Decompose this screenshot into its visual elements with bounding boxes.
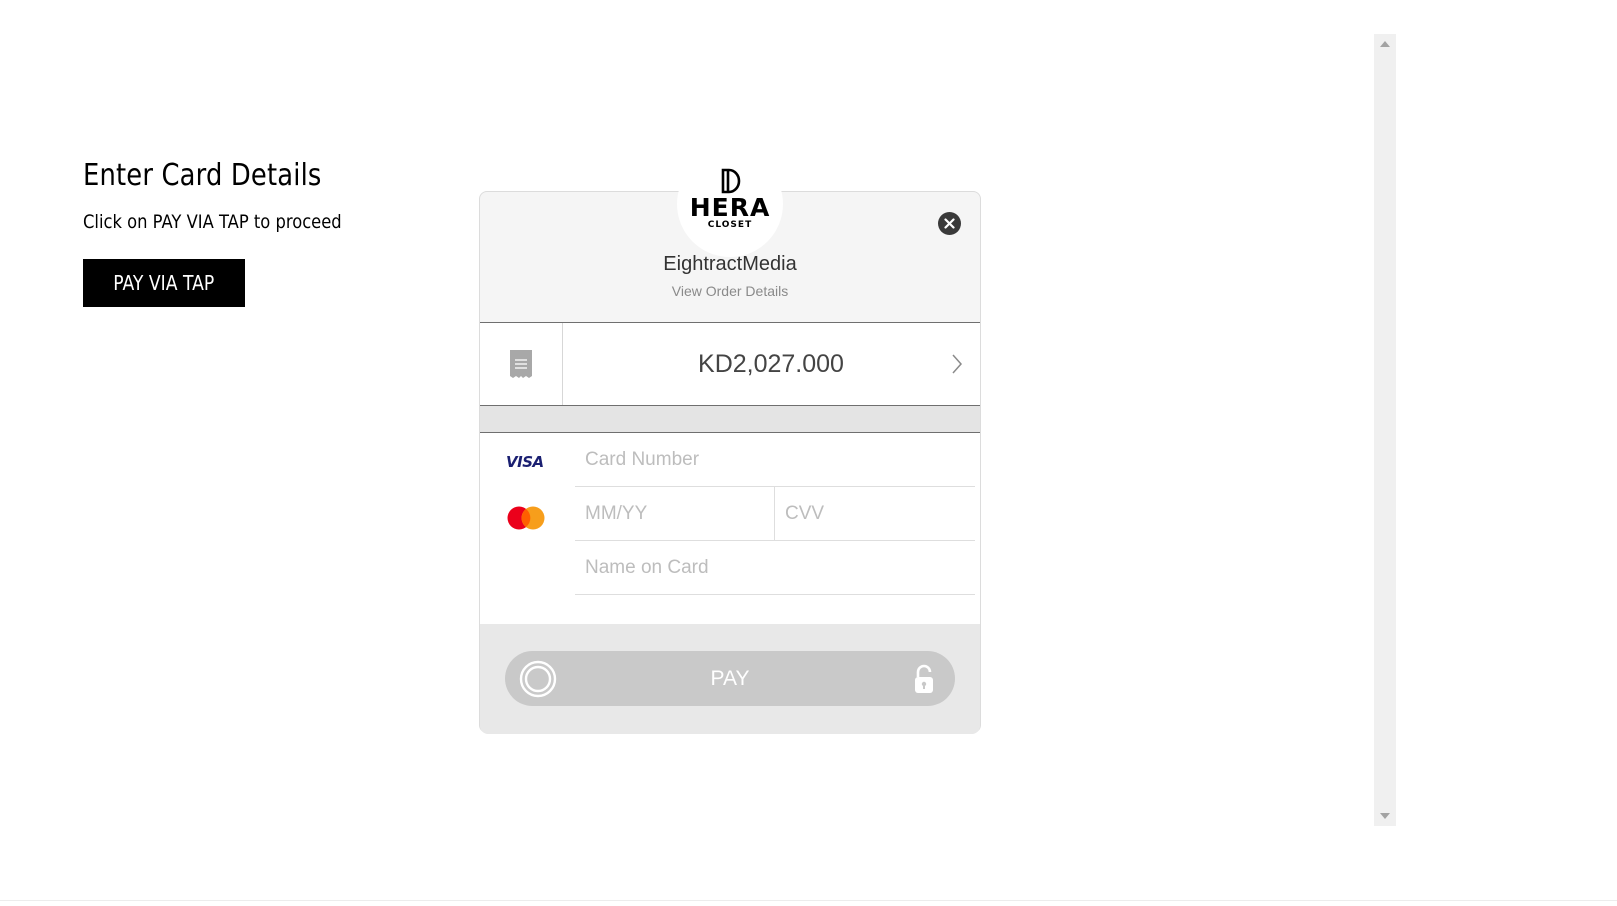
merchant-name: EightractMedia	[663, 253, 797, 275]
lock-icon	[915, 664, 933, 693]
pay-via-tap-label: PAY VIA TAP	[113, 271, 215, 295]
scroll-up-arrow-icon[interactable]	[1380, 41, 1390, 47]
card-form: VISA	[480, 433, 980, 624]
pay-footer: PAY	[480, 624, 980, 734]
merchant-logo: HERA CLOSET	[677, 151, 783, 257]
close-icon	[944, 218, 955, 229]
receipt-icon	[510, 350, 532, 378]
scroll-down-arrow-icon[interactable]	[1380, 813, 1390, 819]
logo-sub: CLOSET	[707, 220, 753, 230]
name-on-card-input[interactable]	[575, 541, 975, 595]
vertical-scrollbar[interactable]	[1374, 34, 1396, 826]
separator-band	[480, 406, 980, 433]
pay-label: PAY	[710, 666, 750, 690]
bottom-divider	[0, 900, 1617, 901]
payment-widget: HERA CLOSET EightractMedia View Order De…	[479, 151, 981, 734]
logo-name: HERA	[689, 193, 771, 222]
pay-button[interactable]: PAY	[505, 651, 955, 706]
page-title: Enter Card Details	[83, 158, 322, 193]
visa-logo: VISA	[506, 453, 544, 471]
receipt-cell	[480, 323, 563, 405]
amount-row[interactable]: KD2,027.000	[480, 322, 980, 406]
view-order-details-link[interactable]: View Order Details	[480, 283, 980, 299]
chevron-right-icon[interactable]	[950, 352, 964, 376]
amount-total: KD2,027.000	[698, 349, 844, 378]
left-panel: Enter Card Details Click on PAY VIA TAP …	[83, 158, 384, 307]
page-subtitle: Click on PAY VIA TAP to proceed	[83, 211, 342, 233]
mastercard-icon	[507, 506, 545, 530]
card-number-input[interactable]	[575, 433, 975, 487]
logo-mark-icon	[721, 168, 741, 194]
cvv-input[interactable]	[775, 487, 975, 541]
pay-via-tap-button[interactable]: PAY VIA TAP	[83, 259, 245, 307]
close-button[interactable]	[938, 212, 961, 235]
expiry-input[interactable]	[575, 487, 775, 541]
